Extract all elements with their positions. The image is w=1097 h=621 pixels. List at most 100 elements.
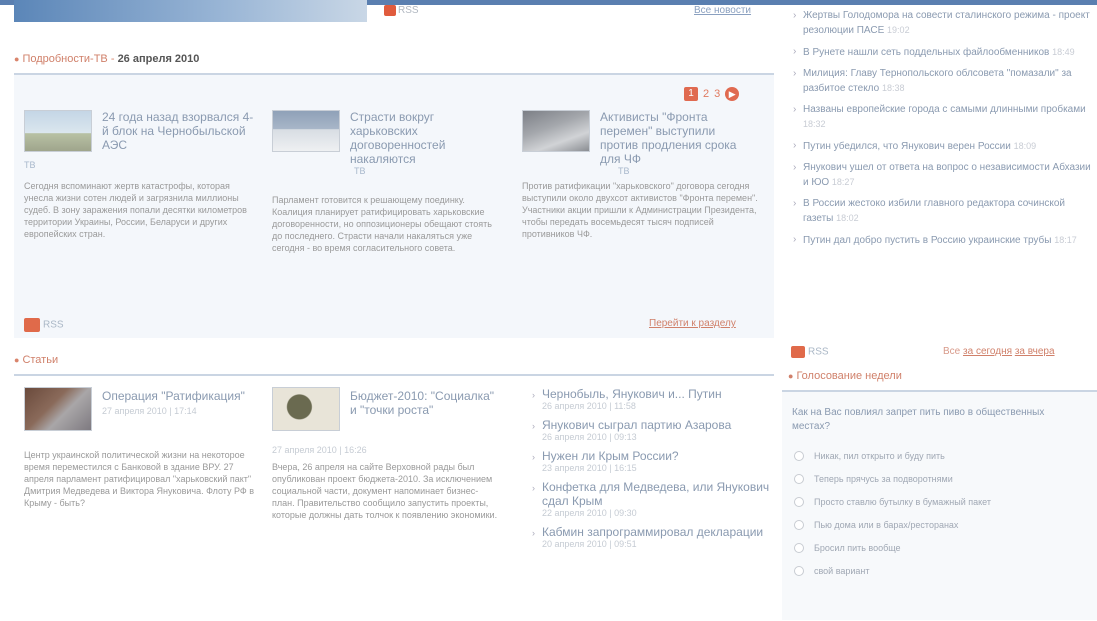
- bullet-icon: ›: [793, 10, 797, 21]
- right-news-title[interactable]: Жертвы Голодомора на совести сталинского…: [803, 10, 1090, 36]
- list-item: › Милиция: Главу Тернопольского облсовета…: [793, 67, 1093, 96]
- bullet-icon: ›: [532, 390, 535, 400]
- pager-page-3[interactable]: 3: [714, 88, 720, 100]
- articles-divider: [14, 374, 774, 376]
- news-title[interactable]: Страсти вокруг харьковских договоренност…: [350, 110, 490, 166]
- list-item: › Чернобыль, Янукович и... Путин 26 апреля…: [530, 387, 780, 412]
- list-item-date: 26 апреля 2010 | 09:13: [542, 432, 637, 442]
- poll-option[interactable]: Бросил пить вообще: [794, 536, 1094, 559]
- list-item: › Названы европейские города с самыми дли…: [793, 103, 1093, 132]
- article-item: Операция "Ратификация" 27 апреля 2010 | …: [24, 387, 264, 547]
- right-news-title[interactable]: В Рунете нашли сеть поддельных файлообме…: [803, 47, 1049, 58]
- bullet-icon: ›: [793, 68, 797, 79]
- poll-option[interactable]: Никак, пил открыто и буду пить: [794, 444, 1094, 467]
- right-news-list: › Жертвы Голодомора на совести сталинског…: [793, 9, 1093, 255]
- radio-icon[interactable]: [794, 542, 804, 553]
- poll-heading: Голосование недели: [796, 370, 902, 382]
- top-banner-image[interactable]: [14, 0, 367, 22]
- right-news-title[interactable]: Названы европейские города с самыми длин…: [803, 104, 1086, 115]
- top-all-news-link[interactable]: Все новости: [694, 5, 751, 16]
- article-date: 27 апреля 2010 | 17:14: [102, 406, 197, 416]
- article-title[interactable]: Операция "Ратификация": [102, 389, 252, 403]
- yesterday-link[interactable]: за вчера: [1015, 346, 1055, 357]
- right-rss-bar: RSS Все за сегодня за вчера: [791, 346, 1097, 358]
- poll-question: Как на Вас повлиял запрет пить пиво в об…: [792, 407, 1045, 432]
- poll-option[interactable]: Теперь прячусь за подворотнями: [794, 467, 1094, 490]
- article-title[interactable]: Бюджет-2010: "Социалка" и "точки роста": [350, 389, 500, 417]
- article-title-block: Бюджет-2010: "Социалка" и "точки роста": [350, 389, 500, 417]
- tv-date: 26 апреля 2010: [117, 53, 200, 65]
- articles-section-header: ● Статьи: [14, 354, 58, 366]
- tv-section-link[interactable]: Подробности-ТВ: [22, 53, 107, 65]
- list-item: › Путин дал добро пустить в Россию украин…: [793, 233, 1093, 248]
- news-title[interactable]: Активисты "Фронта перемен" выступили про…: [600, 110, 752, 166]
- list-item: › Жертвы Голодомора на совести сталинског…: [793, 9, 1093, 38]
- bullet-icon: ›: [793, 104, 797, 115]
- right-period-links: Все за сегодня за вчера: [943, 346, 1055, 357]
- list-item: › Кабмин запрограммировал декларации 20 ап…: [530, 525, 780, 550]
- bullet-icon: ›: [532, 483, 535, 493]
- bullet-icon: ●: [788, 371, 794, 381]
- news-body: Сегодня вспоминают жертв катастрофы, кот…: [24, 181, 247, 239]
- list-item-title[interactable]: Кабмин запрограммировал декларации: [542, 525, 780, 539]
- bullet-icon: ●: [14, 54, 20, 64]
- pager-current[interactable]: 1: [684, 87, 698, 101]
- poll-option[interactable]: Пью дома или в барах/ресторанах: [794, 513, 1094, 536]
- article-thumbnail[interactable]: [24, 387, 92, 431]
- bullet-icon: ›: [793, 140, 797, 151]
- list-item: › В России жестоко избили главного редакт…: [793, 197, 1093, 226]
- radio-icon[interactable]: [794, 450, 804, 461]
- articles-section-link[interactable]: Статьи: [22, 354, 58, 366]
- news-thumbnail[interactable]: [272, 110, 340, 152]
- tv-news-item: 24 года назад взорвался 4-й блок на Черн…: [24, 110, 256, 310]
- news-thumbnail[interactable]: [522, 110, 590, 152]
- article-thumbnail[interactable]: [272, 387, 340, 431]
- right-news-title[interactable]: Милиция: Главу Тернопольского облсовета …: [803, 68, 1072, 94]
- rss-icon[interactable]: [791, 346, 805, 358]
- right-news-time: 19:02: [887, 25, 910, 35]
- news-body: Против ратификации "харьковского" догово…: [522, 181, 758, 239]
- radio-icon[interactable]: [794, 473, 804, 484]
- list-item-date: 26 апреля 2010 | 11:58: [542, 401, 636, 411]
- radio-icon[interactable]: [794, 496, 804, 507]
- radio-icon[interactable]: [794, 519, 804, 530]
- list-item: › В Рунете нашли сеть поддельных файлообм…: [793, 45, 1093, 60]
- article-date: 27 апреля 2010 | 16:26: [272, 445, 367, 455]
- goto-section-link[interactable]: Перейти к разделу: [649, 318, 736, 329]
- rss-icon: [24, 318, 40, 332]
- today-link[interactable]: за сегодня: [963, 346, 1012, 357]
- list-item-title[interactable]: Чернобыль, Янукович и... Путин: [542, 387, 780, 401]
- article-item: Бюджет-2010: "Социалка" и "точки роста" …: [272, 387, 517, 577]
- tv-section-header: ● Подробности-ТВ - 26 апреля 2010: [14, 53, 200, 65]
- top-rss[interactable]: RSS: [384, 5, 434, 19]
- article-title-block: Операция "Ратификация" 27 апреля 2010 | …: [102, 389, 252, 418]
- list-item-title[interactable]: Нужен ли Крым России?: [542, 449, 780, 463]
- bullet-icon: ›: [793, 234, 797, 245]
- poll-widget: ● Голосование недели Как на Вас повлиял з…: [782, 370, 1097, 620]
- right-news-time: 18:32: [803, 119, 826, 129]
- list-item: › Янукович сыграл партию Азарова 26 апреля…: [530, 418, 780, 443]
- news-title[interactable]: 24 года назад взорвался 4-й блок на Черн…: [102, 110, 254, 152]
- news-thumbnail[interactable]: [24, 110, 92, 152]
- list-item-title[interactable]: Конфетка для Медведева, или Янукович сда…: [542, 480, 780, 508]
- tv-rss[interactable]: RSS: [24, 318, 64, 332]
- list-item: › Конфетка для Медведева, или Янукович сд…: [530, 480, 780, 519]
- pager-page-2[interactable]: 2: [703, 88, 709, 100]
- tv-news-item: Активисты "Фронта перемен" выступили про…: [522, 110, 758, 310]
- right-news-title[interactable]: Путин дал добро пустить в Россию украинс…: [803, 235, 1051, 246]
- list-item-title[interactable]: Янукович сыграл партию Азарова: [542, 418, 780, 432]
- bullet-icon: ›: [532, 528, 535, 538]
- article-body: Центр украинской политической жизни на н…: [24, 450, 255, 508]
- poll-option[interactable]: свой вариант: [794, 559, 1094, 582]
- bullet-icon: ›: [793, 198, 797, 209]
- poll-heading-row: ● Голосование недели: [782, 370, 1097, 382]
- right-news-time: 18:17: [1054, 235, 1077, 245]
- right-news-title[interactable]: Путин убедился, что Янукович верен Росси…: [803, 141, 1011, 152]
- tv-badge: ТВ: [24, 160, 36, 170]
- list-item: › Янукович ушел от ответа на вопрос о нез…: [793, 161, 1093, 190]
- tv-badge: ТВ: [354, 166, 366, 176]
- pager-next-icon[interactable]: ▶: [725, 87, 740, 101]
- radio-icon[interactable]: [794, 565, 804, 576]
- poll-option[interactable]: Просто ставлю бутылку в бумажный пакет: [794, 490, 1094, 513]
- right-news-time: 18:09: [1013, 141, 1037, 151]
